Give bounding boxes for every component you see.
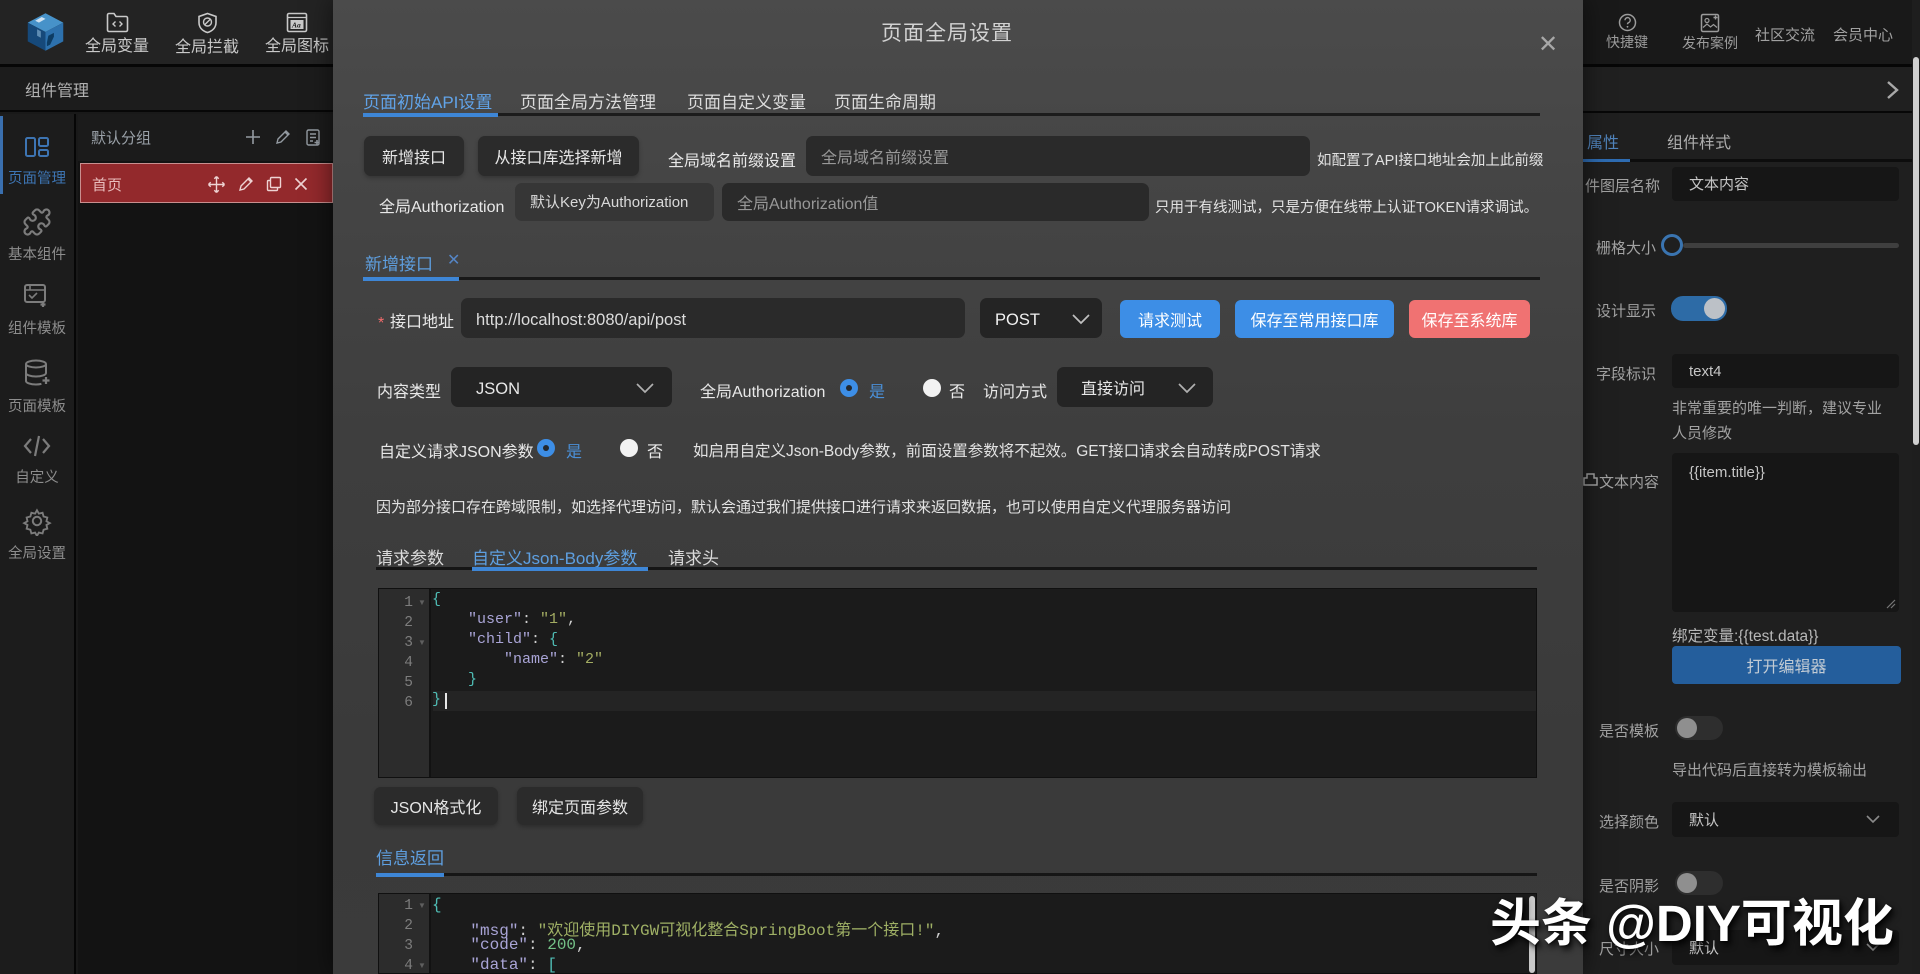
svg-text:Aa: Aa	[291, 21, 301, 30]
